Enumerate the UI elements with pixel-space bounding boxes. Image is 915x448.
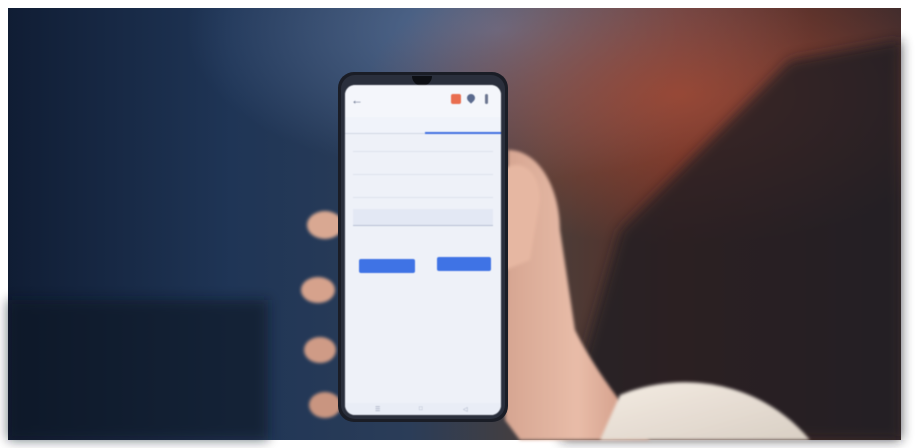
app-bar: ← (345, 85, 501, 118)
photo-scene: ← ☰ □ ◁ (0, 0, 915, 448)
primary-button-right[interactable] (437, 257, 491, 271)
detail-row (353, 160, 493, 175)
location-pin-icon[interactable] (465, 92, 477, 104)
phone-screen: ← ☰ □ ◁ (345, 85, 501, 415)
detail-row (353, 137, 493, 152)
detail-row (353, 183, 493, 198)
home-icon[interactable]: □ (419, 406, 423, 412)
menu-icon[interactable]: ☰ (375, 406, 380, 413)
active-tab-indicator (425, 132, 501, 134)
primary-button-left[interactable] (359, 259, 415, 273)
tab-bar (345, 117, 501, 134)
input-field (353, 207, 493, 226)
system-nav-bar: ☰ □ ◁ (345, 403, 501, 415)
text-input[interactable] (353, 209, 493, 226)
back-icon[interactable]: ◁ (463, 406, 468, 413)
more-vertical-icon[interactable] (485, 94, 488, 104)
calendar-icon[interactable] (451, 94, 461, 104)
arrow-left-icon[interactable]: ← (351, 93, 363, 107)
